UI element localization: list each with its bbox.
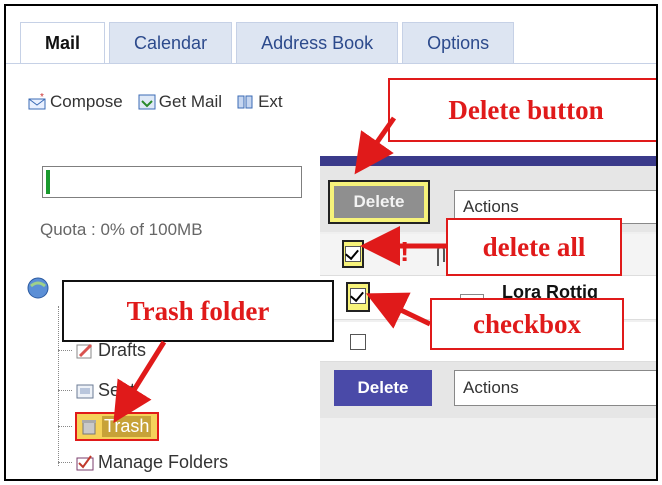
annotation-arrows: [113, 116, 446, 423]
screenshot-frame: Mail Calendar Address Book Options * Com…: [4, 4, 658, 481]
